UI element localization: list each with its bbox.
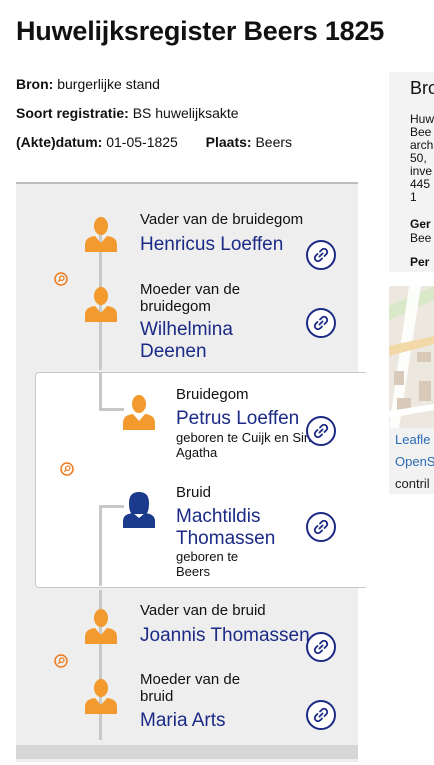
meta-bron: Bron: burgerlijke stand	[16, 76, 160, 92]
tree-panel-footer	[16, 745, 358, 759]
sidebar-line: 50,	[410, 151, 427, 165]
role-label: Vader van de bruid	[140, 602, 266, 619]
person-name[interactable]: Joannis Thomassen	[140, 625, 310, 646]
meta-datum-plaats: (Akte)datum: 01-05-1825 Plaats: Beers	[16, 134, 292, 150]
person-male-icon	[85, 287, 117, 322]
link-icon	[313, 423, 329, 439]
role-label: Vader van de bruidegom	[140, 211, 304, 228]
link-icon	[313, 247, 329, 263]
role-label: bruidegom	[140, 298, 211, 315]
sidebar-gem-value: Bee	[410, 231, 432, 245]
birth-info: Agatha	[176, 445, 218, 460]
sidebar-line: Huw	[410, 112, 434, 126]
link-icon	[313, 315, 329, 331]
birth-info: Beers	[176, 564, 210, 579]
person-name[interactable]: Wilhelmina	[140, 319, 233, 340]
link-icon	[313, 707, 329, 723]
soort-label: Soort registratie:	[16, 105, 129, 121]
person-name[interactable]: Henricus Loeffen	[140, 234, 283, 255]
person-name[interactable]: Petrus Loeffen	[176, 408, 299, 429]
person-male-icon	[85, 609, 117, 644]
person-name[interactable]: Maria Arts	[140, 710, 226, 731]
datum-value: 01-05-1825	[106, 134, 178, 150]
bron-value: burgerlijke stand	[57, 76, 160, 92]
link-button[interactable]	[306, 308, 336, 338]
sidebar-line: inve	[410, 164, 433, 178]
birth-info: geboren te Cuijk en Sint	[176, 430, 315, 445]
map-tiles	[389, 286, 434, 428]
search-icon[interactable]	[60, 462, 74, 476]
person-name[interactable]: Deenen	[140, 341, 207, 362]
person-male-icon	[85, 679, 117, 714]
datum-label: (Akte)datum:	[16, 134, 103, 150]
map-view[interactable]	[389, 286, 434, 428]
link-button[interactable]	[306, 416, 336, 446]
role-label: bruid	[140, 688, 174, 705]
link-button[interactable]	[306, 632, 336, 662]
meta-soort: Soort registratie: BS huwelijksakte	[16, 105, 239, 121]
link-icon	[313, 519, 329, 535]
search-icon[interactable]	[54, 654, 68, 668]
person-name[interactable]: Machtildis	[176, 506, 260, 527]
link-button[interactable]	[306, 240, 336, 270]
role-label: Bruidegom	[176, 386, 249, 403]
soort-value: BS huwelijksakte	[132, 105, 239, 121]
search-icon[interactable]	[54, 272, 68, 286]
plaats-label: Plaats:	[205, 134, 252, 150]
sidebar-line: 1	[410, 190, 417, 204]
role-label: Bruid	[176, 484, 212, 501]
plaats-value: Beers	[255, 134, 293, 150]
sidebar-line: arch	[410, 138, 434, 152]
person-female-icon	[123, 492, 155, 528]
leaflet-link[interactable]: Leafle	[395, 432, 430, 447]
sidebar-line: Bee	[410, 125, 432, 139]
openstreetmap-link[interactable]: OpenS	[395, 454, 434, 469]
tree-connector-line	[99, 372, 102, 410]
link-button[interactable]	[306, 700, 336, 730]
tree-connector-line	[99, 506, 102, 586]
person-male-icon	[123, 395, 155, 430]
person-name[interactable]: Thomassen	[176, 528, 275, 549]
person-male-icon	[85, 217, 117, 252]
bron-label: Bron:	[16, 76, 54, 92]
role-label: Moeder van de	[140, 671, 241, 688]
link-icon	[313, 639, 329, 655]
page-title: Huwelijksregister Beers 1825	[16, 16, 385, 46]
map-contributors: contril	[395, 476, 430, 491]
sidebar-title: Bro	[410, 78, 434, 98]
sidebar-gem-label: Ger	[410, 217, 431, 231]
sidebar-line: 445	[410, 177, 431, 191]
birth-info: geboren te	[176, 549, 239, 564]
sidebar-per-label: Per	[410, 255, 430, 269]
role-label: Moeder van de	[140, 281, 241, 298]
link-button[interactable]	[306, 512, 336, 542]
